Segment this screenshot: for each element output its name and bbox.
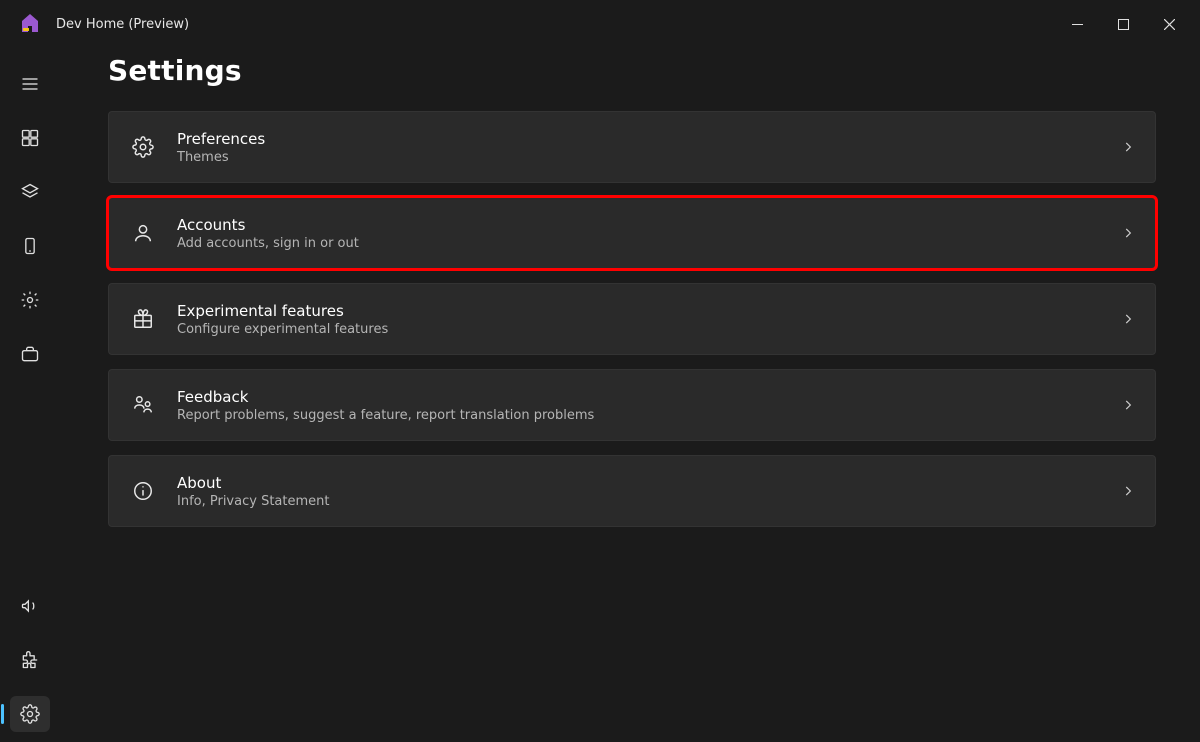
chevron-right-icon bbox=[1121, 312, 1135, 326]
nav-machine-config-icon[interactable] bbox=[10, 282, 50, 318]
maximize-button[interactable] bbox=[1100, 4, 1146, 44]
feedback-icon bbox=[129, 394, 157, 416]
settings-item-about[interactable]: About Info, Privacy Statement bbox=[108, 455, 1156, 527]
chevron-right-icon bbox=[1121, 226, 1135, 240]
nav-extensions-icon[interactable] bbox=[10, 642, 50, 678]
nav-device-icon[interactable] bbox=[10, 228, 50, 264]
card-subtitle: Themes bbox=[177, 150, 265, 165]
card-title: About bbox=[177, 474, 329, 492]
card-title: Accounts bbox=[177, 216, 359, 234]
chevron-right-icon bbox=[1121, 484, 1135, 498]
card-subtitle: Add accounts, sign in or out bbox=[177, 236, 359, 251]
card-title: Experimental features bbox=[177, 302, 388, 320]
chevron-right-icon bbox=[1121, 140, 1135, 154]
nav-settings-icon[interactable] bbox=[10, 696, 50, 732]
window-title: Dev Home (Preview) bbox=[56, 17, 189, 32]
nav-megaphone-icon[interactable] bbox=[10, 588, 50, 624]
gear-icon bbox=[129, 136, 157, 158]
app-logo-icon bbox=[16, 10, 44, 38]
chevron-right-icon bbox=[1121, 398, 1135, 412]
person-icon bbox=[129, 222, 157, 244]
settings-item-experimental[interactable]: Experimental features Configure experime… bbox=[108, 283, 1156, 355]
close-button[interactable] bbox=[1146, 4, 1192, 44]
settings-item-preferences[interactable]: Preferences Themes bbox=[108, 111, 1156, 183]
card-title: Preferences bbox=[177, 130, 265, 148]
nav-hamburger-icon[interactable] bbox=[10, 66, 50, 102]
title-bar: Dev Home (Preview) bbox=[0, 0, 1200, 48]
info-icon bbox=[129, 480, 157, 502]
settings-item-accounts[interactable]: Accounts Add accounts, sign in or out bbox=[108, 197, 1156, 269]
main-content: Settings Preferences Themes Accounts Add… bbox=[60, 48, 1200, 742]
page-title: Settings bbox=[108, 54, 1156, 87]
card-subtitle: Configure experimental features bbox=[177, 322, 388, 337]
nav-toolbox-icon[interactable] bbox=[10, 336, 50, 372]
card-subtitle: Report problems, suggest a feature, repo… bbox=[177, 408, 594, 423]
nav-dashboard-icon[interactable] bbox=[10, 120, 50, 156]
settings-item-feedback[interactable]: Feedback Report problems, suggest a feat… bbox=[108, 369, 1156, 441]
navigation-rail bbox=[0, 48, 60, 742]
card-title: Feedback bbox=[177, 388, 594, 406]
nav-layers-icon[interactable] bbox=[10, 174, 50, 210]
minimize-button[interactable] bbox=[1054, 4, 1100, 44]
card-subtitle: Info, Privacy Statement bbox=[177, 494, 329, 509]
gift-icon bbox=[129, 308, 157, 330]
